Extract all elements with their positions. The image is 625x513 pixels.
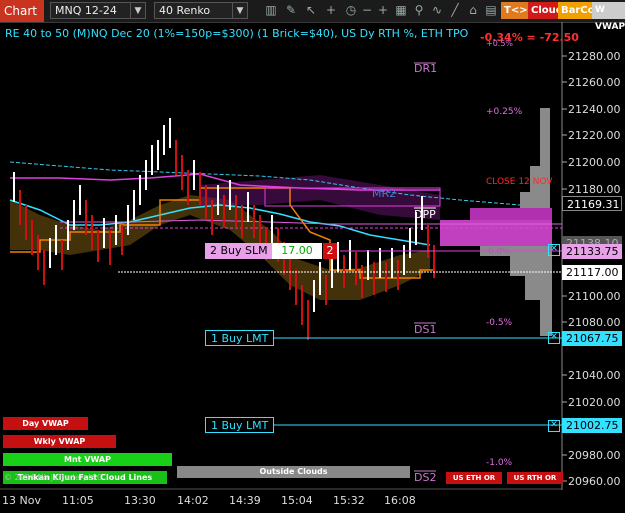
buy-limit-order-1[interactable]: 1 Buy LMT	[205, 330, 275, 346]
price-tick: 21220.00	[568, 129, 621, 142]
plus-icon[interactable]: +	[376, 3, 390, 18]
pct-label-0: 0.0%	[488, 247, 511, 257]
price-tick: 20960.00	[568, 475, 621, 488]
time-tick: 13 Nov	[2, 494, 41, 507]
limit-price-tag-2: 21002.75	[562, 418, 622, 433]
clock-icon[interactable]: ◷	[344, 3, 358, 18]
us-rth-or-button[interactable]: US RTH OR	[507, 472, 563, 484]
current-price-tag: 21117.00	[562, 265, 622, 280]
hat-icon[interactable]: ⌂	[466, 3, 480, 18]
close-icon[interactable]: ✕	[548, 244, 560, 256]
copyright-text: © 2024 NinjaTrader, LLC	[4, 473, 103, 482]
time-tick: 11:05	[62, 494, 94, 507]
instrument-selector[interactable]: MNQ 12-24 ▼	[50, 2, 146, 19]
price-tick: 21200.00	[568, 156, 621, 169]
time-tick: 15:32	[333, 494, 365, 507]
time-tick: 16:08	[384, 494, 416, 507]
pencil-icon[interactable]: ✎	[284, 3, 298, 18]
crosshair-icon[interactable]: +	[324, 3, 338, 18]
time-tick: 15:04	[281, 494, 313, 507]
mr2-label: MR2	[372, 187, 397, 200]
pct-label-m05: -0.5%	[486, 318, 513, 328]
mnt-vwap-button[interactable]: Mnt VWAP	[3, 453, 172, 466]
stop-order-price[interactable]: 17.00	[272, 243, 322, 259]
time-tick: 14:02	[177, 494, 209, 507]
volume-profile	[440, 108, 552, 336]
indicator-icon[interactable]: ∿	[430, 3, 444, 18]
stop-price-tag: 21133.75	[562, 244, 622, 259]
limit-price-tag-1: 21067.75	[562, 331, 622, 346]
pct-label-05: +0.5%	[486, 39, 514, 48]
toolbar: Chart MNQ 12-24 ▼ 40 Renko ▼ ▥ ✎ ↖ + ◷ −…	[0, 0, 625, 32]
stop-order-qty[interactable]: 2	[323, 243, 337, 259]
pct-label-025: +0.25%	[486, 107, 523, 117]
chevron-down-icon[interactable]: ▼	[130, 3, 145, 18]
us-eth-or-button[interactable]: US ETH OR	[446, 472, 502, 484]
cursor-icon[interactable]: ↖	[304, 3, 318, 18]
dr1-label: DR1	[414, 62, 438, 75]
price-tick: 21040.00	[568, 369, 621, 382]
price-tick: 21100.00	[568, 290, 621, 303]
price-tick: 21280.00	[568, 50, 621, 63]
ds2-label: DS2	[414, 471, 437, 484]
last-price-tag: 21169.31	[562, 196, 622, 211]
draw-tool-icon[interactable]: ╱	[448, 3, 462, 18]
w-vwap-toggle-button[interactable]: W VWAP	[592, 2, 625, 32]
chevron-down-icon[interactable]: ▼	[232, 3, 247, 18]
price-tick: 21260.00	[568, 76, 621, 89]
close-icon[interactable]: ✕	[548, 332, 560, 344]
outside-clouds-label: Outside Clouds	[259, 467, 328, 476]
bar-chart-icon[interactable]: ▥	[264, 3, 278, 18]
calendar-icon[interactable]: ▤	[484, 3, 498, 18]
chart-menu-button[interactable]: Chart	[0, 0, 44, 22]
time-tick: 14:39	[229, 494, 261, 507]
zoom-icon[interactable]: ⚲	[412, 3, 426, 18]
price-tick: 21180.00	[568, 183, 621, 196]
close-icon[interactable]: ✕	[548, 420, 560, 432]
wkly-vwap-button[interactable]: Wkly VWAP	[3, 435, 116, 448]
minus-icon[interactable]: −	[360, 3, 374, 18]
time-tick: 13:30	[124, 494, 156, 507]
bar-type-value: 40 Renko	[159, 4, 211, 17]
layout-icon[interactable]: ▦	[394, 3, 408, 18]
bar-type-selector[interactable]: 40 Renko ▼	[154, 2, 248, 19]
price-tick: 21240.00	[568, 103, 621, 116]
stop-order-label[interactable]: 2 Buy SLM	[205, 243, 273, 259]
dpp-label: DPP	[414, 208, 436, 221]
price-tick: 21020.00	[568, 396, 621, 409]
price-tick: 21080.00	[568, 316, 621, 329]
pct-label-m1: -1.0%	[486, 458, 513, 468]
close-label: CLOSE 12 NOV	[486, 177, 553, 187]
ds1-label: DS1	[414, 323, 437, 336]
price-tick: 20980.00	[568, 449, 621, 462]
instrument-value: MNQ 12-24	[55, 4, 117, 17]
buy-limit-order-2[interactable]: 1 Buy LMT	[205, 417, 275, 433]
day-vwap-button[interactable]: Day VWAP	[3, 417, 88, 430]
chart-title: RE 40 to 50 (M)NQ Dec 20 (1%=150p=$300) …	[5, 27, 469, 40]
